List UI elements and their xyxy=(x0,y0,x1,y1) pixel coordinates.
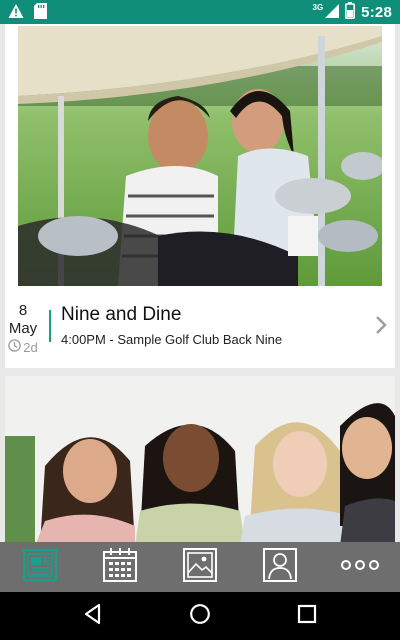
home-icon[interactable] xyxy=(189,603,211,630)
event-time-ago: 2d xyxy=(5,339,41,355)
sd-card-icon xyxy=(34,3,47,24)
event-row[interactable]: 8 May 2d Nine and Dine 4:00PM - Sample G… xyxy=(5,292,395,362)
event-divider xyxy=(49,310,51,342)
event-day: 8 xyxy=(18,302,28,319)
event-title: Nine and Dine xyxy=(61,304,182,325)
event-card[interactable] xyxy=(5,376,395,542)
tab-profile[interactable] xyxy=(240,542,320,592)
clock: 5:28 xyxy=(361,4,392,21)
tab-gallery[interactable] xyxy=(160,542,240,592)
back-icon[interactable] xyxy=(83,603,103,630)
network-type: 3G xyxy=(312,3,324,12)
event-date: 8 May 2d xyxy=(5,302,41,355)
tab-calendar[interactable] xyxy=(80,542,160,592)
bottom-tab-bar xyxy=(0,542,400,592)
tab-more[interactable] xyxy=(320,542,400,592)
clock-icon xyxy=(8,339,22,355)
time-ago-label: 2d xyxy=(23,339,38,355)
event-card[interactable]: 8 May 2d Nine and Dine 4:00PM - Sample G… xyxy=(5,24,395,368)
signal-icon xyxy=(325,3,340,23)
newsfeed-icon xyxy=(22,547,58,588)
calendar-icon xyxy=(102,547,138,588)
group-of-women-photo[interactable] xyxy=(5,376,395,542)
recents-icon[interactable] xyxy=(297,604,317,629)
tab-newsfeed[interactable] xyxy=(0,542,80,592)
system-nav-bar xyxy=(0,592,400,640)
news-feed[interactable]: 8 May 2d Nine and Dine 4:00PM - Sample G… xyxy=(0,24,400,542)
event-subtitle: 4:00PM - Sample Golf Club Back Nine xyxy=(61,332,283,347)
battery-icon xyxy=(345,2,356,23)
gallery-icon xyxy=(182,547,218,588)
event-month: May xyxy=(8,320,38,337)
more-icon xyxy=(340,558,380,576)
golf-cart-photo[interactable] xyxy=(18,26,382,286)
status-bar: 3G 5:28 xyxy=(0,0,400,24)
profile-icon xyxy=(262,547,298,588)
warning-icon xyxy=(8,3,24,24)
chevron-right-icon[interactable] xyxy=(373,314,389,336)
